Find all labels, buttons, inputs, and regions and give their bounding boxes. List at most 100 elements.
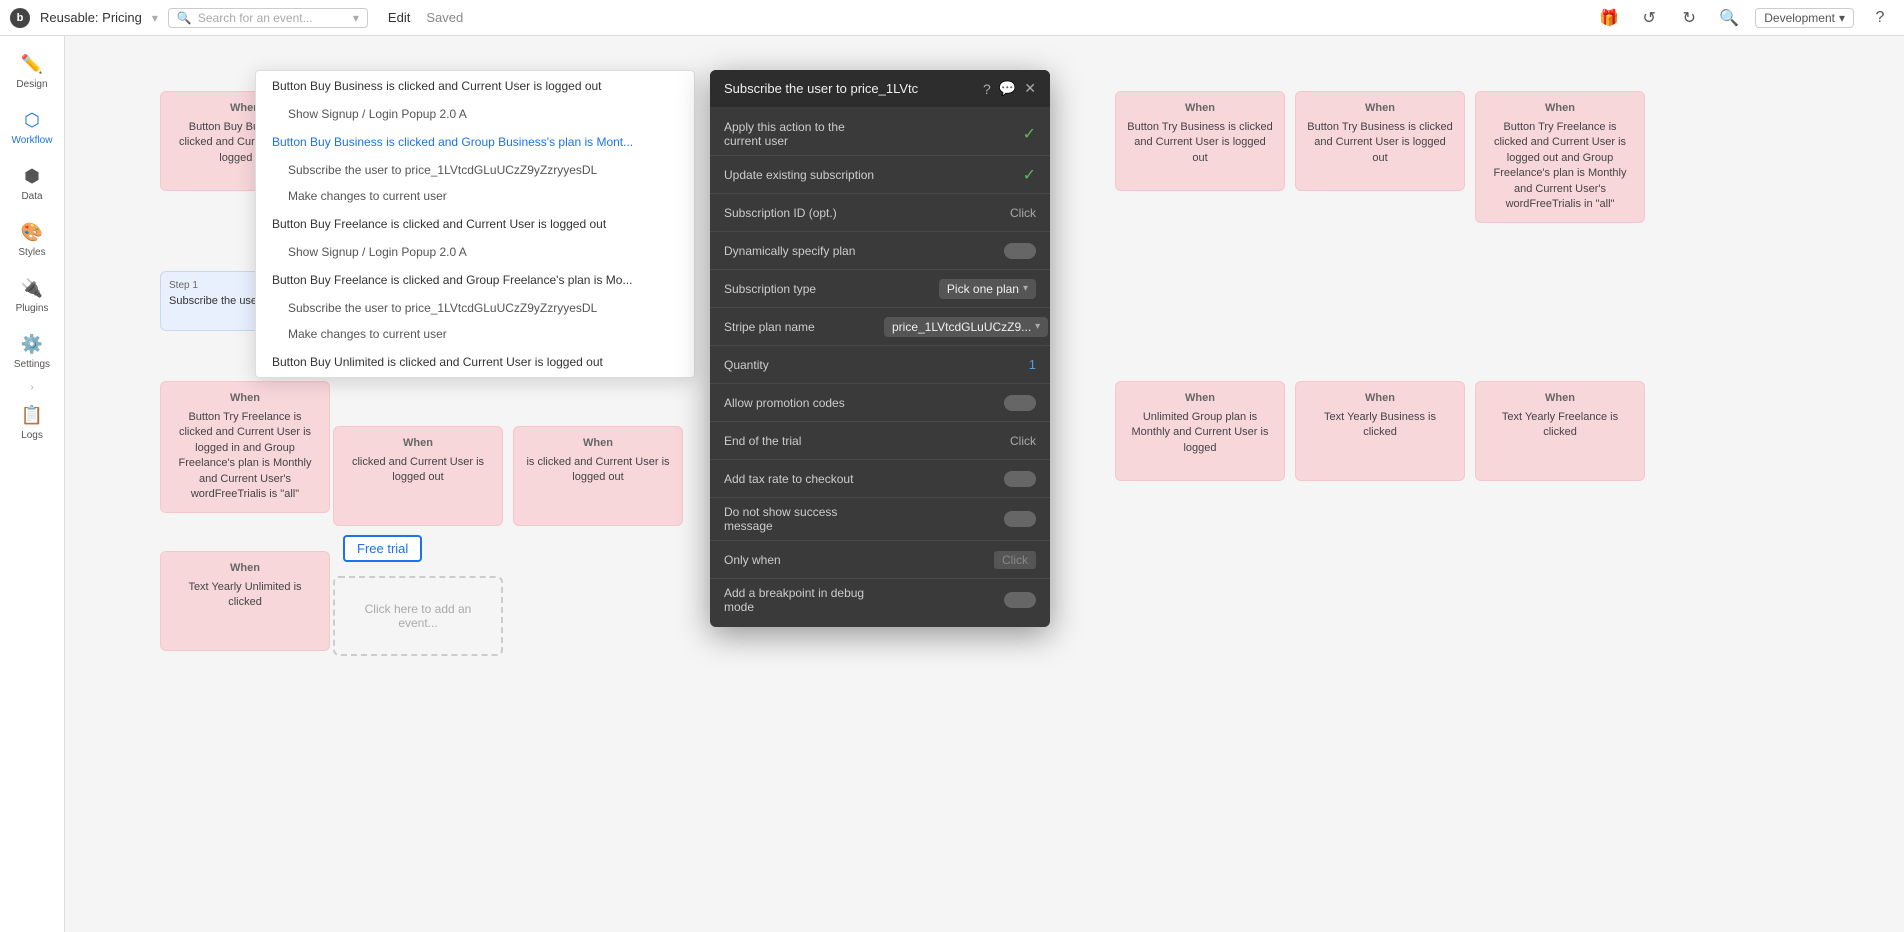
when-title-yearly-freelance: When xyxy=(1486,392,1634,404)
modal-row-no-success: Do not show success message xyxy=(710,498,1050,541)
settings-expand[interactable]: › xyxy=(30,382,33,393)
dropdown-sub-1[interactable]: Show Signup / Login Popup 2.0 A xyxy=(256,101,694,127)
search-icon-topbar[interactable]: 🔍 xyxy=(1715,4,1743,32)
modal-value-breakpoint[interactable] xyxy=(884,592,1036,608)
sub-id-click[interactable]: Click xyxy=(1010,206,1036,220)
sidebar-styles-label: Styles xyxy=(18,247,45,258)
trial-end-click[interactable]: Click xyxy=(1010,434,1036,448)
plugins-icon: 🔌 xyxy=(21,278,43,299)
modal-close-icon[interactable]: ✕ xyxy=(1024,80,1036,97)
modal-header-icons: ? 💬 ✕ xyxy=(983,80,1036,97)
modal-value-sub-id: Click xyxy=(884,206,1036,220)
when-card-try-freelance-2[interactable]: When Button Try Freelance is clicked and… xyxy=(1475,91,1645,223)
sidebar-item-settings[interactable]: ⚙️ Settings xyxy=(0,326,64,378)
stripe-plan-dropdown[interactable]: price_1LVtcdGLuUCzZ9... ▾ xyxy=(884,317,1048,337)
gift-icon[interactable]: 🎁 xyxy=(1595,4,1623,32)
modal-row-trial-end: End of the trial Click xyxy=(710,422,1050,460)
when-card-yearly-unlimited[interactable]: When Text Yearly Unlimited is clicked xyxy=(160,551,330,651)
modal-row-sub-id: Subscription ID (opt.) Click xyxy=(710,194,1050,232)
dropdown-sub-2[interactable]: Subscribe the user to price_1LVtcdGLuUCz… xyxy=(256,157,694,183)
sub-type-dropdown[interactable]: Pick one plan ▾ xyxy=(939,279,1036,299)
modal-label-tax: Add tax rate to checkout xyxy=(724,472,884,486)
search-bar[interactable]: 🔍 Search for an event... ▾ xyxy=(168,8,368,28)
dropdown-item-2-highlighted[interactable]: Button Buy Business is clicked and Group… xyxy=(256,127,694,157)
sidebar-item-data[interactable]: ⬢ Data xyxy=(0,158,64,210)
modal-value-quantity: 1 xyxy=(884,357,1036,372)
only-when-click[interactable]: Click xyxy=(994,551,1036,569)
quantity-value[interactable]: 1 xyxy=(1029,357,1036,372)
when-card-try-freelance[interactable]: When Button Try Freelance is clicked and… xyxy=(160,381,330,513)
when-card-yearly-freelance[interactable]: When Text Yearly Freelance is clicked xyxy=(1475,381,1645,481)
breakpoint-toggle[interactable] xyxy=(1004,592,1036,608)
sidebar: ✏️ Design ⬡ Workflow ⬢ Data 🎨 Styles 🔌 P… xyxy=(0,36,65,932)
undo-icon[interactable]: ↺ xyxy=(1635,4,1663,32)
modal-row-breakpoint: Add a breakpoint in debug mode xyxy=(710,579,1050,621)
dropdown-panel: Button Buy Business is clicked and Curre… xyxy=(255,70,695,378)
promo-toggle[interactable] xyxy=(1004,395,1036,411)
dropdown-sub-3[interactable]: Make changes to current user xyxy=(256,183,694,209)
when-card-try-business-2[interactable]: When Button Try Business is clicked and … xyxy=(1295,91,1465,191)
topbar: b Reusable: Pricing ▾ 🔍 Search for an ev… xyxy=(0,0,1904,36)
title-arrow: ▾ xyxy=(152,11,158,25)
modal-value-trial-end: Click xyxy=(884,434,1036,448)
when-card-col2[interactable]: When clicked and Current User is logged … xyxy=(333,426,503,526)
modal-value-tax[interactable] xyxy=(884,471,1036,487)
dropdown-item-4[interactable]: Button Buy Freelance is clicked and Grou… xyxy=(256,265,694,295)
modal-value-dynamic[interactable] xyxy=(884,243,1036,259)
modal-row-sub-type: Subscription type Pick one plan ▾ xyxy=(710,270,1050,308)
sub-type-arrow: ▾ xyxy=(1023,283,1028,294)
when-card-col3[interactable]: When is clicked and Current User is logg… xyxy=(513,426,683,526)
dropdown-item-1[interactable]: Button Buy Business is clicked and Curre… xyxy=(256,71,694,101)
dropdown-item-5[interactable]: Button Buy Unlimited is clicked and Curr… xyxy=(256,347,694,377)
redo-icon[interactable]: ↻ xyxy=(1675,4,1703,32)
sidebar-item-styles[interactable]: 🎨 Styles xyxy=(0,214,64,266)
free-trial-badge[interactable]: Free trial xyxy=(343,535,422,562)
when-title-col3: When xyxy=(524,437,672,449)
nav-edit[interactable]: Edit xyxy=(388,10,410,25)
modal-value-promo[interactable] xyxy=(884,395,1036,411)
when-card-try-business[interactable]: When Button Try Business is clicked and … xyxy=(1115,91,1285,191)
add-event-card[interactable]: Click here to add an event... xyxy=(333,576,503,656)
modal-row-quantity: Quantity 1 xyxy=(710,346,1050,384)
when-card-yearly-business[interactable]: When Text Yearly Business is clicked xyxy=(1295,381,1465,481)
nav-saved: Saved xyxy=(426,10,463,25)
dropdown-sub-6[interactable]: Make changes to current user xyxy=(256,321,694,347)
tax-toggle[interactable] xyxy=(1004,471,1036,487)
sidebar-item-plugins[interactable]: 🔌 Plugins xyxy=(0,270,64,322)
environment-selector[interactable]: Development ▾ xyxy=(1755,8,1854,28)
when-title-try-freelance-2: When xyxy=(1486,102,1634,114)
modal-row-promo: Allow promotion codes xyxy=(710,384,1050,422)
dropdown-sub-5[interactable]: Subscribe the user to price_1LVtcdGLuUCz… xyxy=(256,295,694,321)
when-text-yearly-freelance: Text Yearly Freelance is clicked xyxy=(1486,410,1634,441)
when-text-try-freelance-2: Button Try Freelance is clicked and Curr… xyxy=(1486,120,1634,212)
update-check-icon: ✓ xyxy=(1023,165,1036,185)
design-icon: ✏️ xyxy=(21,54,43,75)
when-text-col2: clicked and Current User is logged out xyxy=(344,455,492,486)
when-text-yearly-business: Text Yearly Business is clicked xyxy=(1306,410,1454,441)
env-arrow: ▾ xyxy=(1839,11,1845,25)
modal-value-no-success[interactable] xyxy=(884,511,1036,527)
modal-chat-icon[interactable]: 💬 xyxy=(999,80,1016,97)
modal-label-quantity: Quantity xyxy=(724,358,884,372)
no-success-toggle[interactable] xyxy=(1004,511,1036,527)
when-card-unlimited-group[interactable]: When Unlimited Group plan is Monthly and… xyxy=(1115,381,1285,481)
when-text-try-business: Button Try Business is clicked and Curre… xyxy=(1126,120,1274,166)
apply-check-icon: ✓ xyxy=(1023,124,1036,144)
when-title-unlimited-group: When xyxy=(1126,392,1274,404)
sidebar-plugins-label: Plugins xyxy=(16,303,49,314)
sidebar-item-logs[interactable]: 📋 Logs xyxy=(0,397,64,449)
sidebar-item-design[interactable]: ✏️ Design xyxy=(0,46,64,98)
modal-row-apply: Apply this action to the current user ✓ xyxy=(710,113,1050,156)
sidebar-design-label: Design xyxy=(16,79,47,90)
modal-help-icon[interactable]: ? xyxy=(983,81,991,97)
when-title-3: When xyxy=(171,392,319,404)
sidebar-data-label: Data xyxy=(21,191,42,202)
dynamic-toggle[interactable] xyxy=(1004,243,1036,259)
help-icon[interactable]: ? xyxy=(1866,4,1894,32)
sidebar-item-workflow[interactable]: ⬡ Workflow xyxy=(0,102,64,154)
sub-type-value: Pick one plan xyxy=(947,282,1019,296)
modal-label-sub-type: Subscription type xyxy=(724,282,884,296)
dropdown-item-3[interactable]: Button Buy Freelance is clicked and Curr… xyxy=(256,209,694,239)
modal-label-breakpoint: Add a breakpoint in debug mode xyxy=(724,586,884,614)
dropdown-sub-4[interactable]: Show Signup / Login Popup 2.0 A xyxy=(256,239,694,265)
